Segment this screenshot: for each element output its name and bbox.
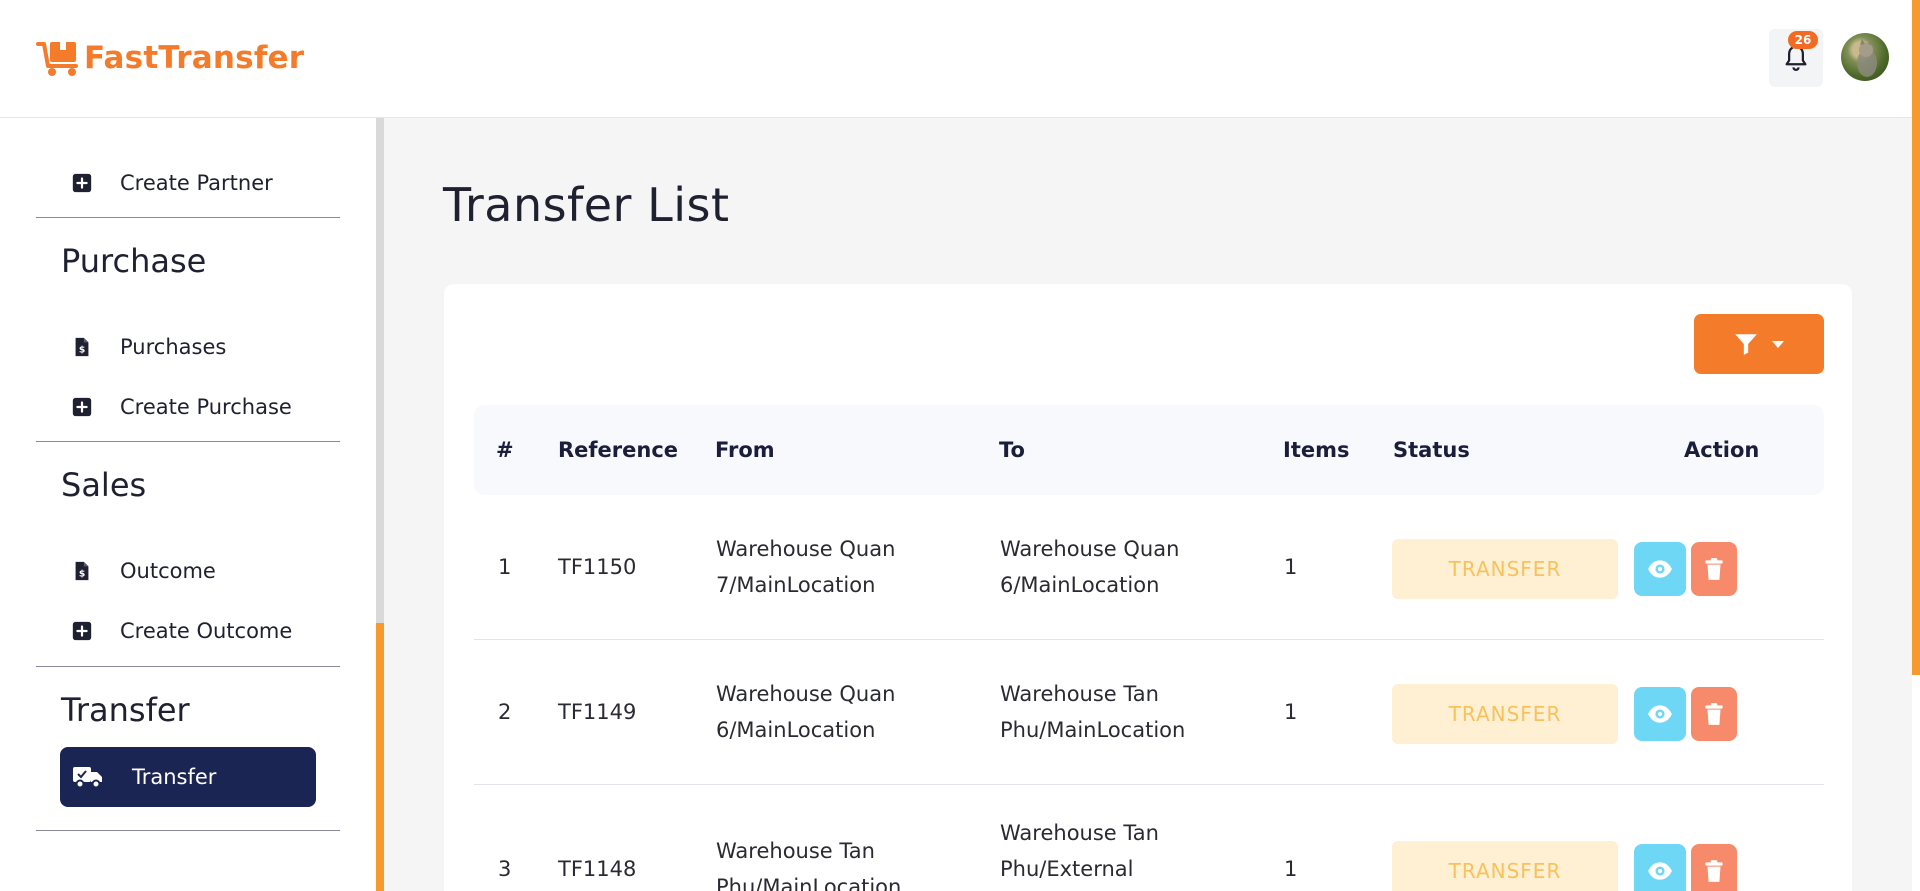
top-header: FastTransfer 26 — [0, 0, 1920, 118]
trash-icon — [1705, 558, 1723, 580]
table-row: 2 TF1149 Warehouse Quan 6/MainLocation W… — [474, 640, 1824, 785]
truck-icon — [72, 763, 104, 791]
row-to-line1: Warehouse Tan — [1000, 821, 1159, 845]
sidebar-item-label: Outcome — [120, 559, 216, 583]
row-number: 3 — [498, 857, 512, 881]
row-from-line2: 6/MainLocation — [716, 718, 876, 742]
view-button[interactable] — [1634, 687, 1686, 741]
svg-text:$: $ — [79, 345, 85, 356]
avatar-image — [1857, 39, 1877, 77]
delete-button[interactable] — [1691, 844, 1737, 891]
sidebar-item-create-outcome[interactable]: Create Outcome — [70, 611, 292, 651]
svg-text:$: $ — [79, 569, 85, 580]
row-reference: TF1148 — [558, 857, 637, 881]
status-badge: TRANSFER — [1392, 539, 1618, 599]
sidebar-divider — [36, 441, 340, 442]
row-from: Warehouse Tan Phu/MainLocation — [716, 833, 901, 891]
section-title-sales: Sales — [61, 466, 147, 504]
row-to-line2: Phu/External — [1000, 857, 1134, 881]
row-number: 1 — [498, 555, 512, 579]
row-from: Warehouse Quan 7/MainLocation — [716, 531, 895, 603]
row-to: Warehouse Tan Phu/MainLocation — [1000, 676, 1185, 748]
row-reference: TF1150 — [558, 555, 637, 579]
eye-icon — [1648, 705, 1672, 723]
sidebar-item-label: Transfer — [132, 765, 217, 789]
page-scrollbar[interactable] — [1912, 0, 1920, 891]
row-to: Warehouse Quan 6/MainLocation — [1000, 531, 1179, 603]
row-from-line1: Warehouse Quan — [716, 537, 896, 561]
row-from-line1: Warehouse Tan — [716, 839, 875, 863]
sidebar-item-label: Purchases — [120, 335, 227, 359]
sidebar-scrollbar-thumb[interactable] — [376, 623, 384, 891]
section-title-purchase: Purchase — [61, 242, 207, 280]
sidebar-item-purchases[interactable]: $ Purchases — [70, 327, 226, 367]
column-header-number: # — [496, 438, 514, 462]
sidebar-divider — [36, 830, 340, 831]
row-from-line2: 7/MainLocation — [716, 573, 876, 597]
sidebar-item-label: Create Outcome — [120, 619, 293, 643]
delete-button[interactable] — [1691, 542, 1737, 596]
delete-button[interactable] — [1691, 687, 1737, 741]
sidebar-item-create-purchase[interactable]: Create Purchase — [70, 387, 292, 427]
sidebar: Create Partner Purchase $ Purchases Crea… — [0, 118, 384, 891]
page-scrollbar-thumb[interactable] — [1912, 0, 1920, 675]
column-header-from[interactable]: From — [715, 405, 775, 495]
notifications-button[interactable]: 26 — [1769, 29, 1823, 87]
sidebar-item-transfer[interactable]: Transfer — [60, 747, 316, 807]
view-button[interactable] — [1634, 542, 1686, 596]
caret-down-icon — [1772, 341, 1784, 348]
sidebar-item-label: Create Purchase — [120, 395, 292, 419]
table-row: 1 TF1150 Warehouse Quan 7/MainLocation W… — [474, 495, 1824, 640]
cart-icon — [36, 42, 78, 76]
row-to: Warehouse Tan Phu/External — [1000, 815, 1159, 887]
sidebar-item-label: Create Partner — [120, 171, 273, 195]
transfer-table-card: # Reference From To Items Status Action … — [444, 284, 1852, 891]
invoice-dollar-icon: $ — [70, 559, 94, 583]
column-header-items[interactable]: Items — [1283, 405, 1349, 495]
filter-icon — [1735, 334, 1757, 355]
plus-square-icon — [70, 395, 94, 419]
column-header-reference[interactable]: Reference — [558, 405, 678, 495]
row-from-line1: Warehouse Quan — [716, 682, 896, 706]
sidebar-item-outcome[interactable]: $ Outcome — [70, 551, 216, 591]
row-reference: TF1149 — [558, 700, 637, 724]
sidebar-item-create-partner[interactable]: Create Partner — [70, 163, 273, 203]
row-number: 2 — [498, 700, 512, 724]
invoice-dollar-icon: $ — [70, 335, 94, 359]
page-title: Transfer List — [443, 178, 730, 232]
notification-badge: 26 — [1788, 31, 1818, 49]
row-items: 1 — [1284, 857, 1298, 881]
table-row: 3 TF1148 Warehouse Tan Phu/MainLocation … — [474, 785, 1824, 891]
row-to-line1: Warehouse Tan — [1000, 682, 1159, 706]
table-header: # Reference From To Items Status Action — [474, 405, 1824, 495]
row-to-line1: Warehouse Quan — [1000, 537, 1180, 561]
eye-icon — [1648, 862, 1672, 880]
user-avatar[interactable] — [1841, 33, 1889, 81]
eye-icon — [1648, 560, 1672, 578]
sidebar-divider — [36, 666, 340, 667]
row-from-line2: Phu/MainLocation — [716, 875, 902, 891]
status-badge: TRANSFER — [1392, 684, 1618, 744]
row-to-line2: 6/MainLocation — [1000, 573, 1160, 597]
row-to-line2: Phu/MainLocation — [1000, 718, 1186, 742]
plus-square-icon — [70, 171, 94, 195]
trash-icon — [1705, 860, 1723, 882]
app-name: FastTransfer — [84, 40, 305, 76]
sidebar-scrollbar[interactable] — [376, 118, 384, 891]
row-items: 1 — [1284, 555, 1298, 579]
column-header-status[interactable]: Status — [1393, 405, 1470, 495]
plus-square-icon — [70, 619, 94, 643]
status-badge: TRANSFER — [1392, 841, 1618, 891]
section-title-transfer: Transfer — [61, 691, 190, 729]
filter-dropdown-button[interactable] — [1694, 314, 1824, 374]
trash-icon — [1705, 703, 1723, 725]
app-logo[interactable]: FastTransfer — [36, 36, 304, 80]
row-items: 1 — [1284, 700, 1298, 724]
column-header-to[interactable]: To — [999, 405, 1025, 495]
sidebar-divider — [36, 217, 340, 218]
view-button[interactable] — [1634, 844, 1686, 891]
column-header-action: Action — [1684, 438, 1760, 462]
row-from: Warehouse Quan 6/MainLocation — [716, 676, 895, 748]
